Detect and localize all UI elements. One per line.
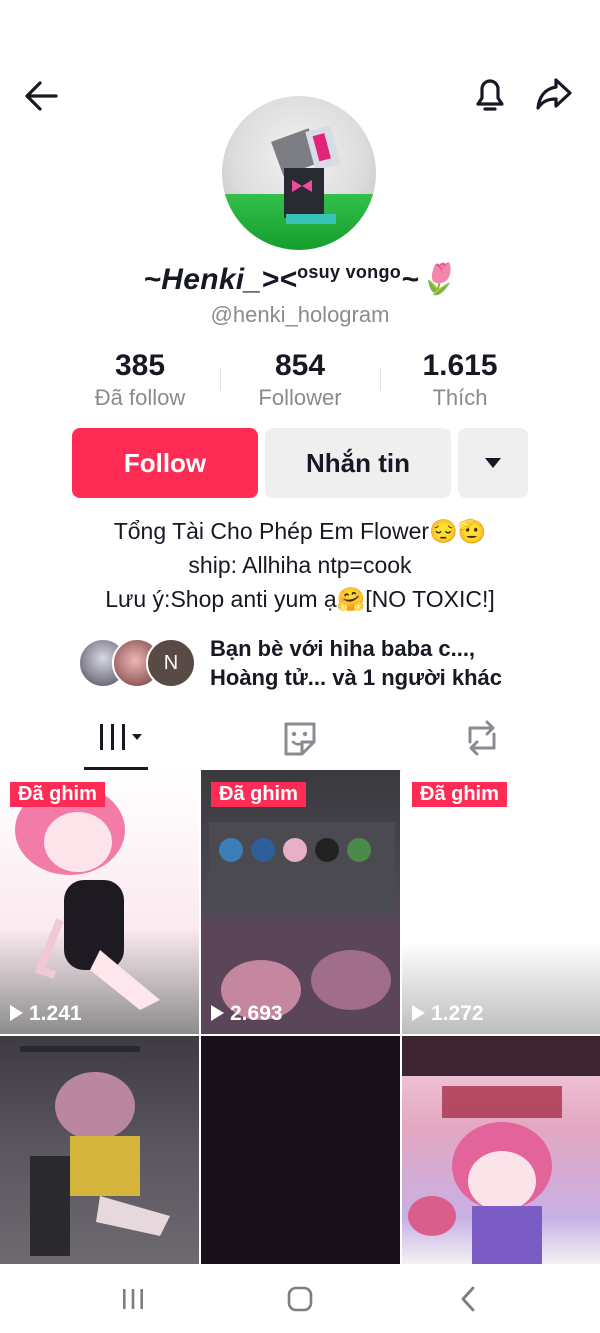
message-button[interactable]: Nhắn tin [265,428,451,498]
video-thumbnail[interactable]: Đã ghim 2.693 [201,770,400,1034]
bio-line: ship: Allhiha ntp=cook [188,552,412,578]
stat-likes[interactable]: 1.615 Thích [380,348,540,418]
mutual-friends-line: Hoàng tử... và 1 người khác [210,665,503,690]
pinned-badge: Đã ghim [211,782,306,807]
share-icon[interactable] [532,72,576,116]
stat-label: Thích [432,385,488,410]
bell-icon[interactable] [470,72,510,116]
thumbnail-art [20,1046,170,1256]
stat-following[interactable]: 385 Đã follow [60,348,220,418]
view-count-value: 2.693 [230,1002,283,1025]
recent-apps-icon[interactable] [118,1284,148,1319]
stat-label: Follower [258,385,342,410]
mutual-friends-line: Bạn bè với hiha baba c..., [210,636,476,661]
more-options-button[interactable] [458,428,528,498]
bio-line: Tổng Tài Cho Phép Em Flower😔🫡 [113,518,487,544]
video-thumbnail[interactable]: Đã ghim 1.241 [0,770,199,1034]
username-handle: @henki_hologram [210,302,390,327]
mutual-friends[interactable]: N Bạn bè với hiha baba c..., Hoàng tử...… [78,632,558,692]
pinned-badge: Đã ghim [412,782,507,807]
play-icon [412,1005,425,1021]
grid-icon [100,724,142,750]
profile-avatar[interactable] [222,96,376,250]
thumbnail-art [201,822,400,1034]
back-arrow-icon[interactable] [20,74,64,118]
stat-divider [380,368,381,390]
view-count: 1.272 [412,1002,484,1026]
back-nav-icon[interactable] [454,1284,484,1319]
stat-value: 385 [114,349,166,382]
thumbnail-art [402,1036,600,1264]
home-icon[interactable] [285,1284,315,1319]
tab-reposts[interactable] [452,712,512,770]
play-icon [10,1005,23,1021]
profile-bio: Tổng Tài Cho Phép Em Flower😔🫡 ship: Allh… [0,514,600,616]
display-name-main: ~Henki_>< [143,263,298,296]
view-count-value: 1.241 [29,1002,82,1025]
stat-value: 854 [274,349,326,382]
thumbnail-art [15,785,160,1010]
profile-stats: 385 Đã follow 854 Follower 1.615 Thích [60,348,540,418]
display-name: ~Henki_><osuy vongo~🌷 [0,262,600,297]
profile-actions: Follow Nhắn tin [72,428,528,498]
follow-button[interactable]: Follow [72,428,258,498]
video-thumbnail[interactable] [201,1036,400,1264]
stat-divider [220,368,221,390]
stat-followers[interactable]: 854 Follower [220,348,380,418]
mutual-friends-text: Bạn bè với hiha baba c..., Hoàng tử... v… [210,634,560,692]
sticker-icon [284,722,316,756]
bio-line: Lưu ý:Shop anti yum ạ🤗[NO TOXIC!] [105,586,495,612]
tab-videos[interactable] [84,712,150,770]
video-thumbnail[interactable] [0,1036,199,1264]
play-icon [211,1005,224,1021]
view-count: 1.241 [10,1002,82,1026]
avatar-character-image [271,125,341,224]
content-tabs [0,712,600,771]
system-nav-bar [0,1264,600,1333]
video-thumbnail[interactable] [402,1036,600,1264]
video-grid: Đã ghim 1.241 Đã ghim 2.693 Đã ghim 1.27… [0,770,600,1264]
view-count-value: 1.272 [431,1002,484,1025]
stat-value: 1.615 [422,349,498,382]
stat-label: Đã follow [94,385,186,410]
repost-icon [468,720,496,756]
tab-stickers[interactable] [270,712,330,770]
video-thumbnail[interactable]: Đã ghim 1.272 [402,770,600,1034]
display-name-superscript: osuy vongo [297,262,402,282]
friend-avatar-initial: N [146,638,196,688]
view-count: 2.693 [211,1002,283,1026]
pinned-badge: Đã ghim [10,782,105,807]
display-name-tail: ~🌷 [401,263,457,296]
caret-down-icon [485,458,501,468]
